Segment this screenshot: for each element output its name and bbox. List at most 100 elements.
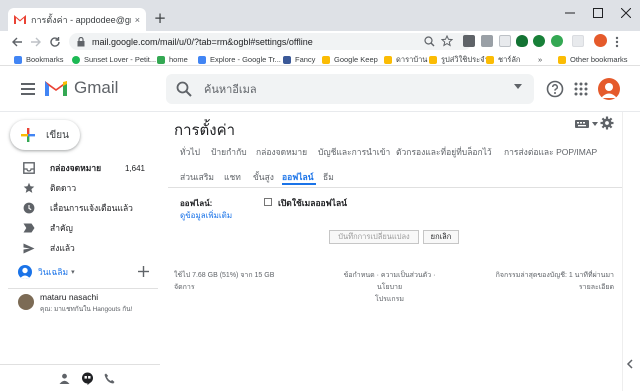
account-person-icon	[601, 83, 617, 98]
bookmark-explore[interactable]: Explore - Google Tr...	[198, 54, 281, 65]
nav-item-starred[interactable]: ติดดาว	[0, 178, 155, 198]
tab-themes[interactable]: ธีม	[323, 170, 334, 184]
extension-box-icon[interactable]	[499, 35, 511, 47]
nav-item-label: ติดดาว	[50, 183, 77, 193]
gmail-logo[interactable]: Gmail	[44, 78, 118, 98]
hangouts-chat-icon[interactable]	[80, 371, 94, 385]
tab-labels[interactable]: ป้ายกำกับ	[211, 145, 247, 159]
offline-learn-more-link[interactable]: ดูข้อมูลเพิ่มเติม	[180, 209, 232, 222]
tab-accounts-import[interactable]: บัญชีและการนำเข้า	[318, 145, 390, 159]
apps-grid-icon[interactable]	[571, 79, 591, 99]
tab-general[interactable]: ทั่วไป	[180, 145, 200, 159]
folder-icon	[429, 55, 437, 64]
activity-details-link[interactable]: รายละเอียด	[486, 282, 614, 294]
browser-tab[interactable]: การตั้งค่า - appdodee@gmail.com ×	[8, 8, 146, 31]
bookmark-folder-3[interactable]: ชาร์ลัก	[486, 54, 520, 65]
phone-icon[interactable]	[102, 371, 116, 385]
extension-puzzle-icon[interactable]	[572, 35, 584, 47]
folder-icon	[558, 55, 566, 64]
tab-close-icon[interactable]: ×	[135, 15, 140, 25]
send-icon	[22, 241, 36, 255]
maximize-icon[interactable]	[584, 4, 612, 22]
hangouts-user[interactable]: วินเฉลิม ▾	[18, 264, 158, 280]
bookmark-fancy[interactable]: Fancy	[283, 54, 315, 65]
gmail-m-icon	[45, 81, 67, 96]
search-input[interactable]: ค้นหาอีเมล	[166, 74, 534, 104]
chrome-menu-icon[interactable]	[615, 35, 625, 48]
settings-gear-icon[interactable]	[600, 116, 614, 130]
save-changes-button[interactable]: บันทึกการเปลี่ยนแปลง	[329, 230, 419, 244]
nav-item-inbox[interactable]: กล่องจดหมาย 1,641	[0, 158, 155, 178]
enable-offline-label[interactable]: เปิดใช้เมลออฟไลน์	[278, 196, 347, 210]
bookmark-sunset-lover[interactable]: Sunset Lover - Petit...	[72, 54, 156, 65]
hangouts-user-avatar	[18, 265, 32, 279]
nav-divider	[8, 288, 158, 289]
bookmark-google-keep[interactable]: Google Keep	[322, 54, 378, 65]
bookmark-folder-2[interactable]: รูปส่วิใชิประจำ	[429, 54, 489, 65]
bookmark-label: home	[169, 55, 188, 64]
manage-storage-link[interactable]: จัดการ	[174, 282, 304, 294]
tab-add-ons[interactable]: ส่วนเสริม	[180, 170, 214, 184]
left-navigation: เขียน กล่องจดหมาย 1,641 ติดดาว เลื่อนการ…	[0, 112, 160, 391]
back-icon[interactable]	[8, 33, 25, 50]
bookmark-label: รูปส่วิใชิประจำ	[441, 54, 489, 64]
terms-privacy-links[interactable]: ข้อกำหนด · ความเป็นส่วนตัว · นโยบาย	[332, 270, 447, 294]
bookmarks-overflow-button[interactable]: »	[538, 54, 542, 65]
window-close-icon[interactable]	[612, 4, 640, 22]
compose-button[interactable]: เขียน	[10, 120, 80, 150]
browser-tabstrip: การตั้งค่า - appdodee@gmail.com × +	[0, 0, 640, 31]
storage-usage-text: ใช้ไป 7.68 GB (51%) จาก 15 GB	[174, 272, 275, 279]
extension-k-icon[interactable]	[481, 35, 493, 47]
bookmark-other[interactable]: Other bookmarks	[558, 54, 628, 65]
nav-item-label: สำคัญ	[50, 223, 73, 233]
extension-shield-icon[interactable]	[516, 35, 528, 47]
cancel-button[interactable]: ยกเลิก	[423, 230, 459, 244]
compose-label: เขียน	[46, 129, 69, 141]
tab-filters-blocked[interactable]: ตัวกรองและที่อยู่ที่บล็อกไว้	[396, 145, 492, 159]
bookmark-star-icon	[14, 55, 22, 64]
important-icon	[22, 221, 36, 235]
keyboard-icon	[575, 120, 589, 128]
bookmark-home[interactable]: home	[157, 54, 188, 65]
hangouts-status-caret-icon[interactable]: ▾	[71, 268, 75, 276]
minimize-icon[interactable]	[556, 4, 584, 22]
forward-icon[interactable]	[27, 33, 44, 50]
new-conversation-icon[interactable]	[138, 264, 149, 280]
zoom-icon[interactable]	[422, 34, 436, 48]
hangouts-user-name: วินเฉลิม	[38, 267, 69, 277]
program-policies-link[interactable]: โปรแกรม	[332, 294, 447, 306]
tab-forwarding-pop-imap[interactable]: การส่งต่อและ POP/IMAP	[504, 145, 597, 159]
account-avatar[interactable]	[598, 78, 620, 100]
contacts-person-icon[interactable]	[57, 371, 71, 385]
bookmark-bookmarks[interactable]: Bookmarks	[14, 54, 64, 65]
reload-icon[interactable]	[46, 33, 63, 50]
new-tab-button[interactable]: +	[152, 10, 168, 26]
profile-avatar-icon[interactable]	[594, 34, 607, 47]
hangouts-contact[interactable]: mataru nasachi คุณ: มาแชทกันใน Hangouts …	[18, 292, 158, 318]
active-tab-indicator	[282, 183, 316, 185]
tab-chat[interactable]: แชท	[224, 170, 241, 184]
search-icon[interactable]	[176, 81, 192, 97]
bookmark-star-icon[interactable]	[440, 34, 454, 48]
compose-plus-icon	[20, 127, 36, 143]
tab-inbox[interactable]: กล่องจดหมาย	[256, 145, 307, 159]
tab-offline[interactable]: ออฟไลน์	[282, 170, 314, 184]
bookmark-label: Sunset Lover - Petit...	[84, 55, 157, 64]
extension-grammarly-icon[interactable]	[551, 35, 563, 47]
extension-leaf-icon[interactable]	[533, 35, 545, 47]
help-icon[interactable]	[545, 79, 565, 99]
nav-item-sent[interactable]: ส่งแล้ว	[0, 238, 155, 258]
expand-side-panel-icon[interactable]	[624, 358, 636, 370]
address-bar[interactable]: mail.google.com/mail/u/0/?tab=rm&ogbl#se…	[69, 33, 472, 50]
enable-offline-checkbox[interactable]	[264, 198, 272, 206]
search-options-caret-icon[interactable]	[514, 84, 522, 89]
main-menu-icon[interactable]	[18, 79, 38, 99]
nav-item-important[interactable]: สำคัญ	[0, 218, 155, 238]
bookmark-folder-1[interactable]: ดาราบ้าน	[384, 54, 427, 65]
extension-cast-icon[interactable]	[463, 35, 475, 47]
fancy-icon	[283, 55, 291, 64]
gmail-header: Gmail ค้นหาอีเมล	[0, 66, 640, 112]
input-tools-button[interactable]	[575, 120, 598, 128]
tab-advanced[interactable]: ขั้นสูง	[253, 170, 274, 184]
nav-item-snoozed[interactable]: เลื่อนการแจ้งเตือนแล้ว	[0, 198, 155, 218]
